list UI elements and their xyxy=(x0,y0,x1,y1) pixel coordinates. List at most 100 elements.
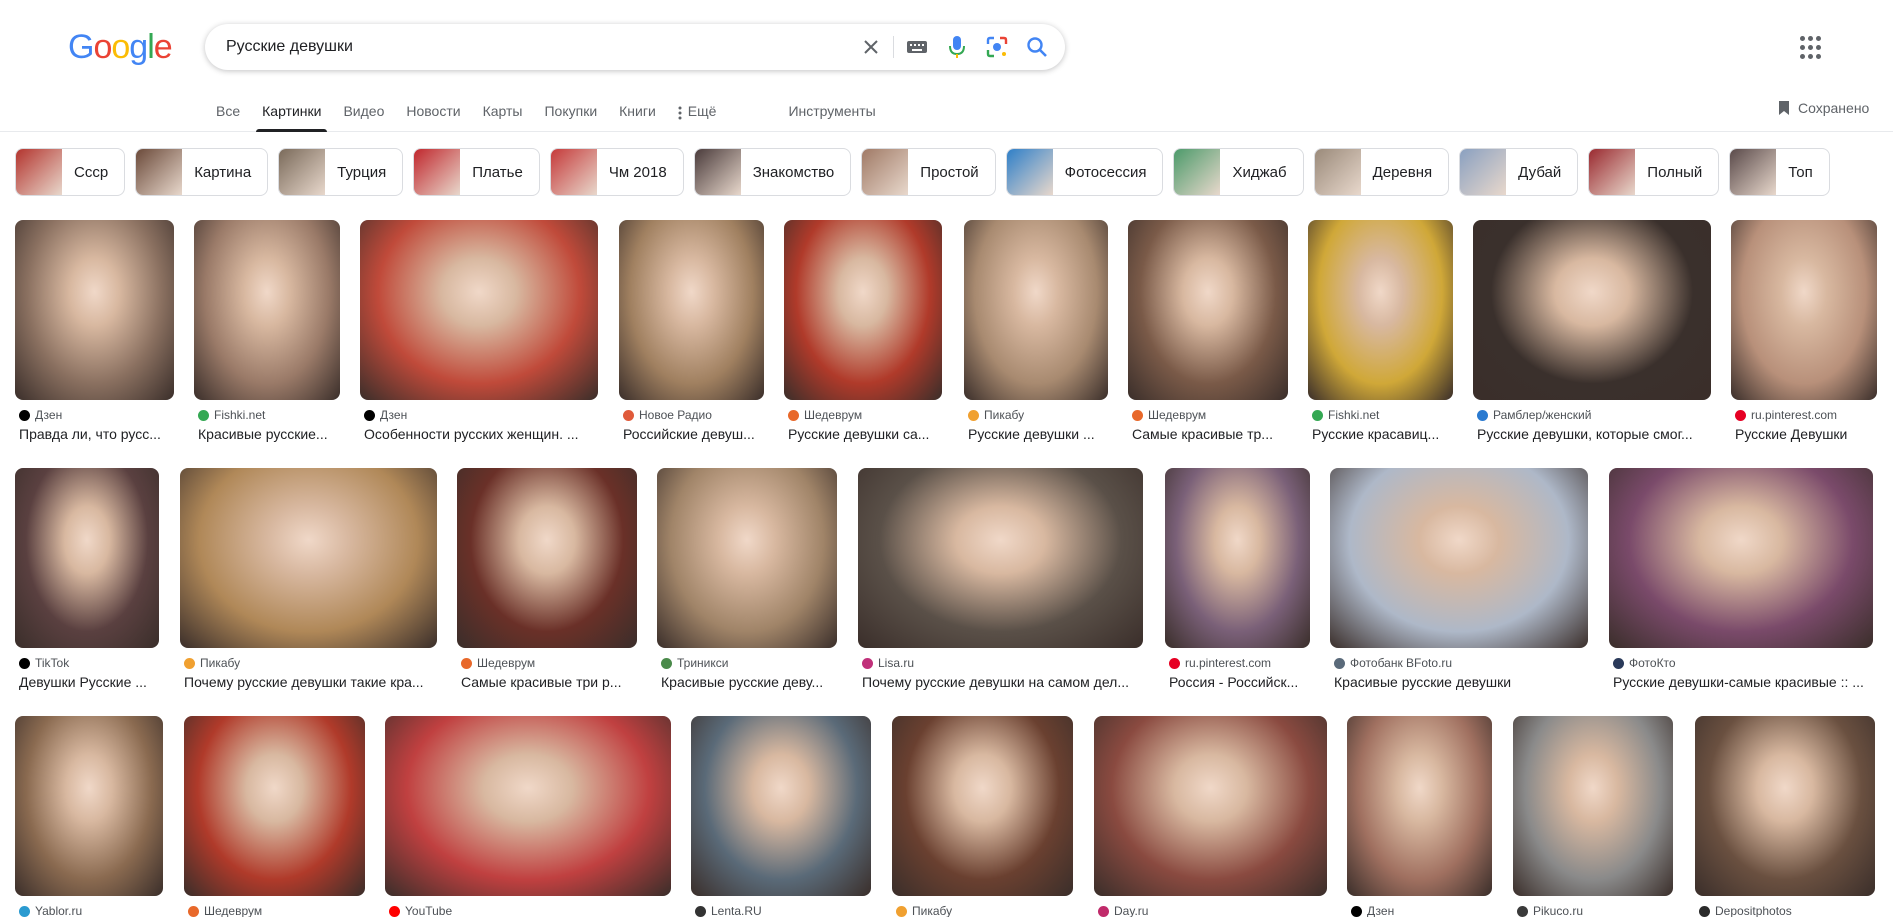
image-result[interactable]: Depositphotos xyxy=(1695,716,1875,917)
result-source[interactable]: Триникси xyxy=(661,656,728,670)
image-result[interactable]: Fishki.net Красивые русские... xyxy=(194,220,340,450)
search-input[interactable]: Русские девушки xyxy=(226,38,353,56)
chip-related-search[interactable]: Чм 2018 xyxy=(549,148,684,196)
result-title[interactable]: Девушки Русские ... xyxy=(19,674,155,690)
result-thumbnail[interactable] xyxy=(1609,468,1873,648)
result-source[interactable]: Fishki.net xyxy=(198,408,265,422)
result-title[interactable]: Россия - Российск... xyxy=(1169,674,1306,690)
image-result[interactable]: Дзен xyxy=(1347,716,1492,917)
result-thumbnail[interactable] xyxy=(385,716,671,896)
image-result[interactable]: ФотоКто Русские девушки-самые красивые ::… xyxy=(1609,468,1873,698)
result-title[interactable]: Особенности русских женщин. ... xyxy=(364,426,594,442)
lens-icon[interactable] xyxy=(985,35,1009,59)
result-source[interactable]: Пикабу xyxy=(184,656,240,670)
result-thumbnail[interactable] xyxy=(184,716,365,896)
result-title[interactable]: Русские девушки ... xyxy=(968,426,1104,442)
close-icon[interactable] xyxy=(859,35,883,59)
result-title[interactable]: Самые красивые три р... xyxy=(461,674,633,690)
tab-video[interactable]: Видео xyxy=(343,98,384,132)
tab-all[interactable]: Все xyxy=(216,98,240,132)
image-result[interactable]: Новое Радио Российские девуш... xyxy=(619,220,764,450)
result-title[interactable]: Красивые русские девушки xyxy=(1334,674,1584,690)
result-source[interactable]: Fishki.net xyxy=(1312,408,1379,422)
result-source[interactable]: Шедеврум xyxy=(788,408,862,422)
result-thumbnail[interactable] xyxy=(1473,220,1711,400)
image-result[interactable]: YouTube xyxy=(385,716,671,917)
result-source[interactable]: Дзен xyxy=(1351,904,1394,917)
image-result[interactable]: Рамблер/женский Русские девушки, которые … xyxy=(1473,220,1711,450)
result-thumbnail[interactable] xyxy=(657,468,837,648)
chip-related-search[interactable]: Топ xyxy=(1729,148,1830,196)
result-source[interactable]: Шедеврум xyxy=(188,904,262,917)
image-result[interactable]: Шедеврум Самые красивые тр... xyxy=(1128,220,1288,450)
image-result[interactable]: Lisa.ru Почему русские девушки на самом д… xyxy=(858,468,1143,698)
result-title[interactable]: Русские красавиц... xyxy=(1312,426,1449,442)
result-source[interactable]: Фотобанк BFoto.ru xyxy=(1334,656,1452,670)
result-source[interactable]: Yablor.ru xyxy=(19,904,82,917)
result-source[interactable]: ru.pinterest.com xyxy=(1169,656,1271,670)
image-result[interactable]: TikTok Девушки Русские ... xyxy=(15,468,159,698)
result-source[interactable]: ru.pinterest.com xyxy=(1735,408,1837,422)
image-result[interactable]: Lenta.RU xyxy=(691,716,871,917)
result-title[interactable]: Русские девушки-самые красивые :: ... xyxy=(1613,674,1869,690)
chip-related-search[interactable]: Полный xyxy=(1588,148,1720,196)
result-thumbnail[interactable] xyxy=(964,220,1108,400)
search-box[interactable]: Русские девушки xyxy=(205,24,1065,70)
result-source[interactable]: Pikuco.ru xyxy=(1517,904,1583,917)
chip-related-search[interactable]: Ссср xyxy=(15,148,126,196)
result-thumbnail[interactable] xyxy=(1731,220,1877,400)
result-source[interactable]: Depositphotos xyxy=(1699,904,1792,917)
result-source[interactable]: Пикабу xyxy=(896,904,952,917)
result-thumbnail[interactable] xyxy=(15,220,174,400)
result-thumbnail[interactable] xyxy=(457,468,637,648)
result-thumbnail[interactable] xyxy=(1513,716,1673,896)
result-thumbnail[interactable] xyxy=(180,468,437,648)
image-result[interactable]: Yablor.ru xyxy=(15,716,163,917)
saved-link[interactable]: Сохранено xyxy=(1778,100,1869,116)
search-icon[interactable] xyxy=(1025,35,1049,59)
image-result[interactable]: Day.ru xyxy=(1094,716,1327,917)
image-result[interactable]: Шедеврум xyxy=(184,716,365,917)
result-thumbnail[interactable] xyxy=(194,220,340,400)
apps-grid-icon[interactable] xyxy=(1800,36,1824,60)
result-title[interactable]: Русские девушки са... xyxy=(788,426,938,442)
result-thumbnail[interactable] xyxy=(691,716,871,896)
tab-tools[interactable]: Инструменты xyxy=(788,98,875,132)
result-source[interactable]: Пикабу xyxy=(968,408,1024,422)
result-title[interactable]: Самые красивые тр... xyxy=(1132,426,1284,442)
result-source[interactable]: Шедеврум xyxy=(461,656,535,670)
chip-related-search[interactable]: Дубай xyxy=(1459,148,1579,196)
tab-shopping[interactable]: Покупки xyxy=(544,98,597,132)
result-thumbnail[interactable] xyxy=(15,716,163,896)
result-source[interactable]: Рамблер/женский xyxy=(1477,408,1591,422)
result-thumbnail[interactable] xyxy=(1094,716,1327,896)
result-title[interactable]: Русские Девушки xyxy=(1735,426,1873,442)
result-title[interactable]: Почему русские девушки на самом дел... xyxy=(862,674,1139,690)
chip-related-search[interactable]: Деревня xyxy=(1313,148,1450,196)
result-title[interactable]: Правда ли, что русс... xyxy=(19,426,170,442)
result-thumbnail[interactable] xyxy=(619,220,764,400)
chip-related-search[interactable]: Хиджаб xyxy=(1173,148,1304,196)
result-title[interactable]: Красивые русские деву... xyxy=(661,674,833,690)
image-result[interactable]: Пикабу xyxy=(892,716,1073,917)
chip-related-search[interactable]: Фотосессия xyxy=(1005,148,1164,196)
result-thumbnail[interactable] xyxy=(1165,468,1310,648)
image-result[interactable]: Pikuco.ru xyxy=(1513,716,1673,917)
result-thumbnail[interactable] xyxy=(1330,468,1588,648)
result-source[interactable]: YouTube xyxy=(389,904,452,917)
tab-books[interactable]: Книги xyxy=(619,98,656,132)
result-thumbnail[interactable] xyxy=(1308,220,1453,400)
result-title[interactable]: Почему русские девушки такие кра... xyxy=(184,674,433,690)
keyboard-icon[interactable] xyxy=(905,35,929,59)
result-title[interactable]: Русские девушки, которые смог... xyxy=(1477,426,1707,442)
image-result[interactable]: Дзен Особенности русских женщин. ... xyxy=(360,220,598,450)
chip-related-search[interactable]: Знакомство xyxy=(693,148,852,196)
tab-news[interactable]: Новости xyxy=(406,98,460,132)
result-thumbnail[interactable] xyxy=(858,468,1143,648)
image-result[interactable]: Дзен Правда ли, что русс... xyxy=(15,220,174,450)
result-thumbnail[interactable] xyxy=(360,220,598,400)
result-thumbnail[interactable] xyxy=(1695,716,1875,896)
image-result[interactable]: Триникси Красивые русские деву... xyxy=(657,468,837,698)
mic-icon[interactable] xyxy=(945,35,969,59)
tab-images[interactable]: Картинки xyxy=(256,98,328,132)
